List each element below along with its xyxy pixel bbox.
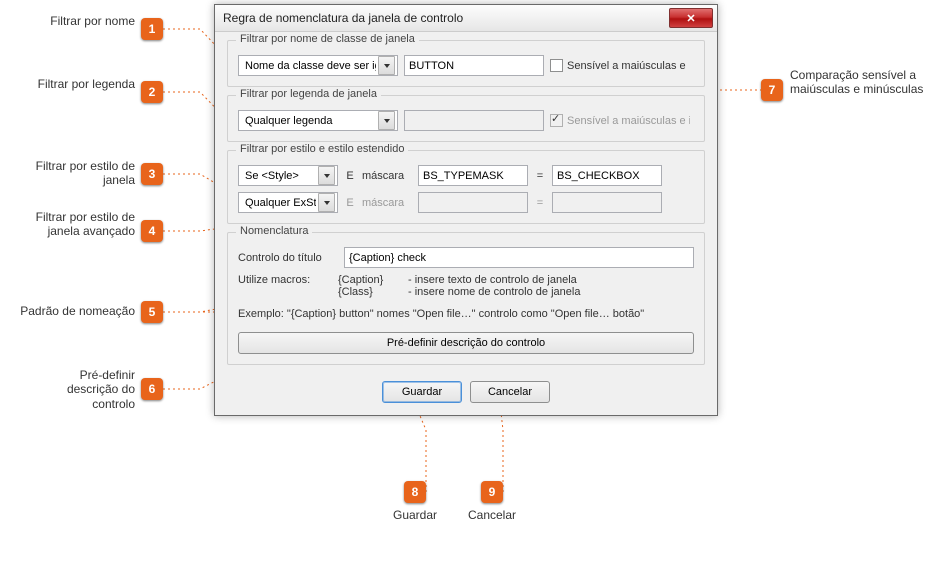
- chevron-down-icon: [378, 111, 395, 130]
- group-title: Filtrar por legenda de janela: [236, 88, 381, 100]
- chevron-down-icon: [318, 166, 335, 185]
- callout-marker-9: 9: [481, 481, 503, 503]
- callout-marker-8: 8: [404, 481, 426, 503]
- group-style-filter: Filtrar por estilo e estilo estendido Se…: [227, 150, 705, 224]
- mask-label: máscara: [362, 170, 412, 182]
- equals-label: =: [534, 197, 546, 209]
- callout-label-8: Guardar: [384, 508, 446, 522]
- chevron-down-icon: [378, 56, 395, 75]
- save-button[interactable]: Guardar: [382, 381, 462, 403]
- callout-marker-4: 4: [141, 220, 163, 242]
- macro-caption-desc: - insere texto de controlo de janela: [408, 274, 580, 286]
- callout-marker-3: 3: [141, 163, 163, 185]
- callout-label-5: Padrão de nomeação: [10, 304, 135, 318]
- macros-label: Utilize macros:: [238, 274, 328, 298]
- macro-class-desc: - insere nome de controlo de janela: [408, 286, 580, 298]
- group-title: Filtrar por nome de classe de janela: [236, 33, 419, 45]
- chevron-down-icon: [318, 193, 335, 212]
- callout-label-9: Cancelar: [461, 508, 523, 522]
- equals-label: =: [534, 170, 546, 182]
- callout-marker-6: 6: [141, 378, 163, 400]
- macro-class: {Class}: [338, 286, 398, 298]
- style-value-input[interactable]: [552, 165, 662, 186]
- cancel-button[interactable]: Cancelar: [470, 381, 550, 403]
- group-caption-filter: Filtrar por legenda de janela Qualquer l…: [227, 95, 705, 142]
- caption-input: [404, 110, 544, 131]
- and-label: E: [344, 197, 356, 209]
- group-nomenclature: Nomenclatura Controlo do título Utilize …: [227, 232, 705, 365]
- example-text: Exemplo: "{Caption} button" nomes "Open …: [238, 308, 694, 320]
- callout-label-1: Filtrar por nome: [30, 14, 135, 28]
- classname-case-checkbox[interactable]: Sensível a maiúsculas e: [550, 59, 690, 72]
- caption-case-checkbox: Sensível a maiúsculas e i: [550, 114, 690, 127]
- checkbox-icon: [550, 114, 563, 127]
- classname-combo[interactable]: Nome da classe deve ser igua: [238, 55, 398, 76]
- callout-marker-2: 2: [141, 81, 163, 103]
- style-mask-input[interactable]: [418, 165, 528, 186]
- control-title-input[interactable]: [344, 247, 694, 268]
- callout-marker-1: 1: [141, 18, 163, 40]
- callout-label-7: Comparação sensível a maiúsculas e minús…: [790, 68, 930, 97]
- group-title: Filtrar por estilo e estilo estendido: [236, 143, 408, 155]
- predefine-description-button[interactable]: Pré-definir descrição do controlo: [238, 332, 694, 354]
- callout-label-4: Filtrar por estilo de janela avançado: [30, 210, 135, 239]
- classname-input[interactable]: [404, 55, 544, 76]
- close-icon: ✕: [686, 12, 695, 25]
- group-title: Nomenclatura: [236, 225, 312, 237]
- exstyle-mask-input: [418, 192, 528, 213]
- callout-label-3: Filtrar por estilo de janela: [30, 159, 135, 188]
- macro-caption: {Caption}: [338, 274, 398, 286]
- exstyle-value-input: [552, 192, 662, 213]
- callout-label-2: Filtrar por legenda: [30, 77, 135, 91]
- control-title-label: Controlo do título: [238, 252, 338, 264]
- callout-marker-5: 5: [141, 301, 163, 323]
- and-label: E: [344, 170, 356, 182]
- style-combo[interactable]: Se <Style>: [238, 165, 338, 186]
- exstyle-combo[interactable]: Qualquer ExStyl: [238, 192, 338, 213]
- mask-label: máscara: [362, 197, 412, 209]
- callout-marker-7: 7: [761, 79, 783, 101]
- close-button[interactable]: ✕: [669, 8, 713, 28]
- callout-label-6: Pré-definir descrição do controlo: [30, 368, 135, 411]
- naming-rule-dialog: Regra de nomenclatura da janela de contr…: [214, 4, 718, 416]
- caption-combo[interactable]: Qualquer legenda: [238, 110, 398, 131]
- window-title: Regra de nomenclatura da janela de contr…: [223, 11, 669, 25]
- titlebar[interactable]: Regra de nomenclatura da janela de contr…: [215, 5, 717, 32]
- checkbox-icon: [550, 59, 563, 72]
- group-classname-filter: Filtrar por nome de classe de janela Nom…: [227, 40, 705, 87]
